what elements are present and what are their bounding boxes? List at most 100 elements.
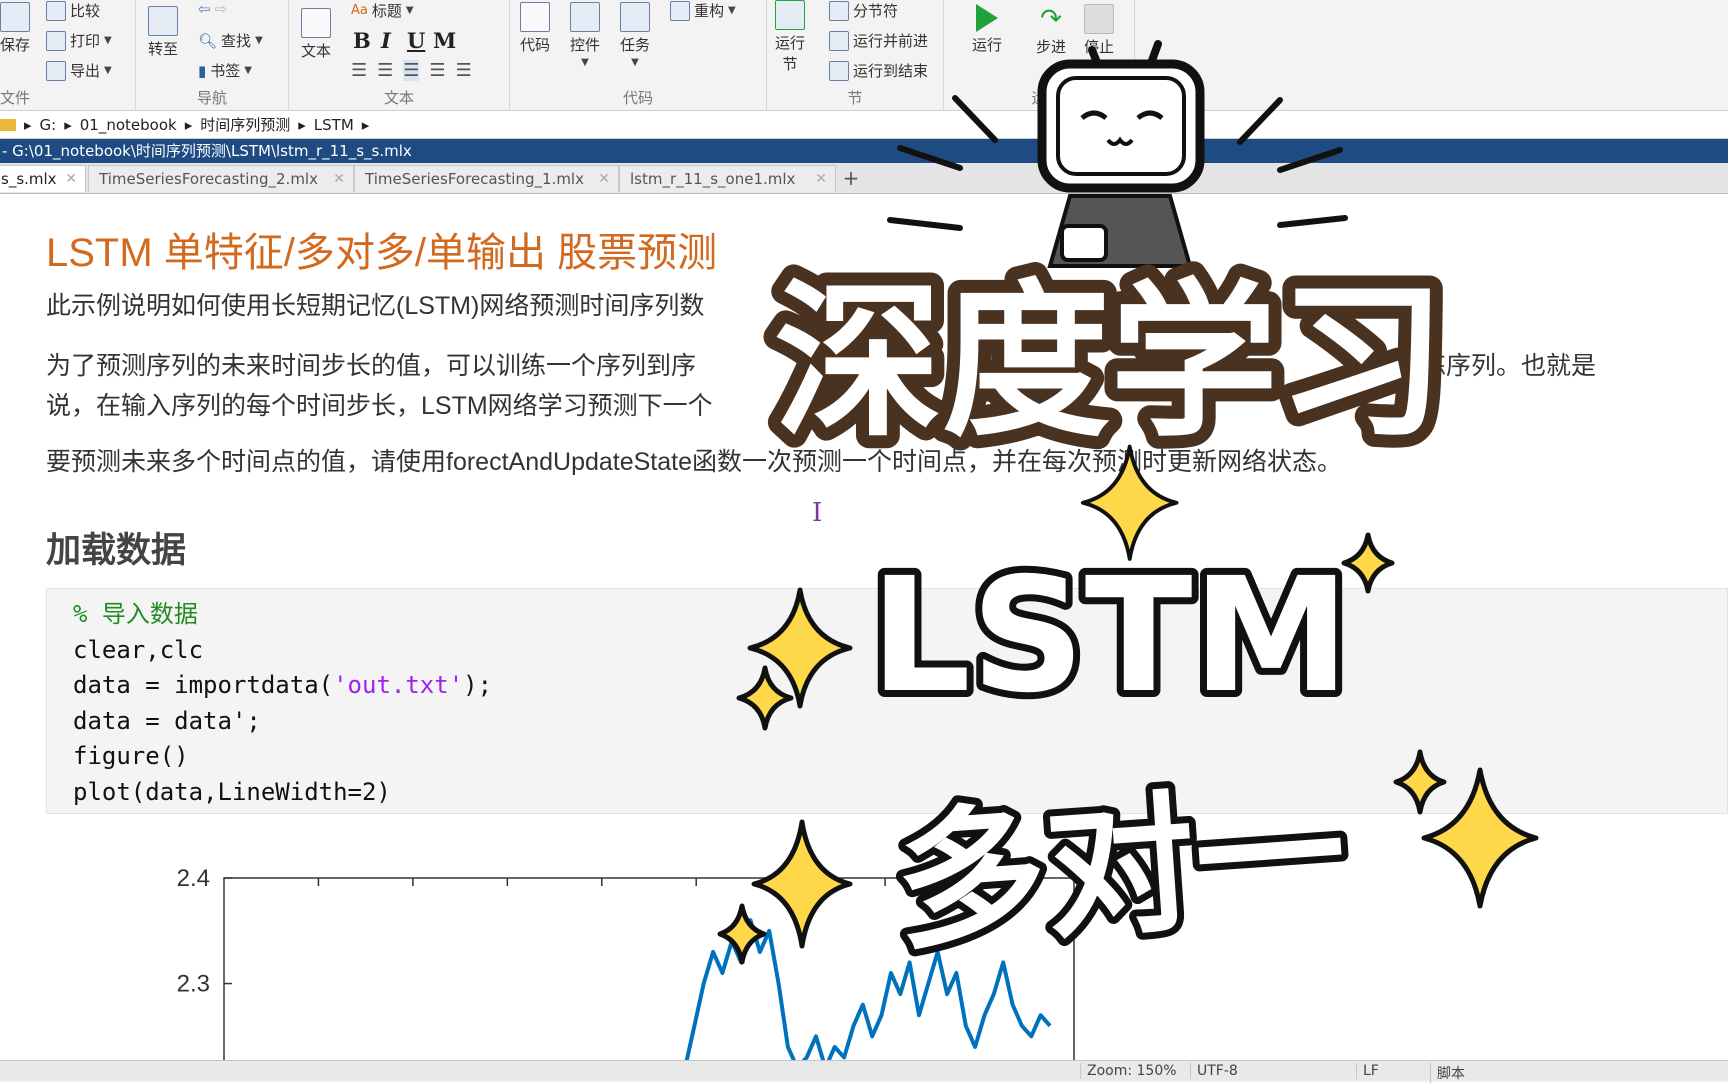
breadcrumb-item[interactable]: LSTM — [314, 116, 354, 134]
run-group-label: 运 — [944, 87, 1134, 108]
y-tick-label: 2.3 — [177, 971, 210, 998]
tab-s-s[interactable]: s_s.mlx✕ — [0, 165, 86, 192]
refactor-icon — [670, 1, 690, 21]
underline-button[interactable]: U — [407, 28, 425, 53]
stop-button[interactable]: 停止 — [1084, 4, 1114, 57]
monospace-button[interactable]: M — [433, 28, 456, 53]
search-icon: 🔍︎ — [198, 32, 217, 50]
refactor-button[interactable]: 重构▼ — [670, 0, 736, 21]
section-break-icon — [829, 1, 849, 21]
nav-group-label: 导航 — [136, 87, 288, 108]
text-button[interactable]: 文本 — [301, 8, 331, 61]
tab-lstm-one1[interactable]: lstm_r_11_s_one1.mlx✕ — [619, 165, 836, 192]
status-bar: Zoom: 150% UTF-8 LF 脚本 — [0, 1060, 1728, 1081]
italic-button[interactable]: I — [381, 28, 391, 53]
page-title: LSTM 单特征/多对多/单输出 股票预测 — [46, 220, 717, 278]
live-script-document[interactable]: LSTM 单特征/多对多/单输出 股票预测 此示例说明如何使用长短期记忆(LST… — [0, 194, 1728, 1060]
code-icon — [520, 2, 550, 32]
goto-button[interactable]: 转至 — [148, 6, 178, 59]
back-forward-buttons[interactable]: ⇦⇨ — [198, 0, 227, 18]
numbered-list-icon: ☰ — [377, 60, 393, 81]
align-left-icon: ☰ — [403, 60, 419, 81]
plot-figure[interactable]: 2.4 2.3 — [150, 868, 1090, 1068]
plot-axes — [224, 878, 1074, 1068]
save-button[interactable]: 保存 — [0, 2, 30, 55]
close-icon[interactable]: ✕ — [65, 166, 77, 193]
compare-icon — [46, 1, 66, 21]
paragraph-3: 要预测未来多个时间点的值，请使用forectAndUpdateState函数一次… — [46, 442, 1686, 482]
title-style-dropdown[interactable]: Aa标题▼ — [351, 0, 414, 21]
style-icon: Aa — [351, 3, 368, 18]
editor-tabs: s_s.mlx✕ TimeSeriesForecasting_2.mlx✕ Ti… — [0, 163, 1728, 194]
file-group: 保存 比较 打印▼ 导出▼ 文件 — [0, 0, 136, 110]
align-right-icon: ☰ — [456, 60, 472, 81]
run-advance-icon — [829, 31, 849, 51]
close-icon[interactable]: ✕ — [333, 166, 345, 193]
print-button[interactable]: 打印▼ — [46, 30, 112, 51]
y-tick-label: 2.4 — [177, 868, 210, 892]
compare-button[interactable]: 比较 — [46, 0, 100, 21]
breadcrumb-item[interactable]: G: — [40, 116, 57, 134]
code-line: figure() — [73, 742, 189, 770]
code-line: data = importdata( — [73, 671, 333, 699]
paragraph-2: 为了预测序列的未来时间步长的值，可以训练一个序列到序训练序列。也就是 说，在输入… — [46, 346, 1686, 426]
bookmark-icon: ▮ — [198, 62, 206, 80]
run-to-end-button[interactable]: 运行到结束 — [829, 60, 928, 81]
file-type-indicator: 脚本 — [1430, 1063, 1465, 1083]
code-comment: % 导入数据 — [73, 600, 198, 628]
list-align-buttons[interactable]: ☰☰☰☰☰ — [351, 60, 472, 81]
run-button[interactable]: 运行 — [972, 4, 1002, 55]
file-group-label: 文件 — [0, 87, 135, 108]
play-icon — [976, 4, 998, 32]
breadcrumb-item[interactable]: 时间序列预测 — [200, 114, 290, 135]
zoom-level: Zoom: 150% — [1080, 1063, 1177, 1079]
editor-title-bar: - G:\01_notebook\时间序列预测\LSTM\lstm_r_11_s… — [0, 139, 1728, 163]
text-cursor: I — [812, 498, 822, 528]
code-block[interactable]: % 导入数据 clear,clc data = importdata('out.… — [46, 588, 1728, 814]
run-section-icon — [775, 0, 805, 30]
code-line: clear,clc — [73, 636, 203, 664]
task-icon — [620, 2, 650, 32]
add-tab-button[interactable]: + — [836, 165, 866, 192]
find-button[interactable]: 🔍︎查找▼ — [198, 30, 263, 51]
code-group: 代码 控件▼ 任务▼ 重构▼ 代码 — [510, 0, 767, 110]
breadcrumb: ▸G: ▸01_notebook ▸时间序列预测 ▸LSTM ▸ — [0, 111, 1728, 139]
toolstrip-ribbon: 保存 比较 打印▼ 导出▼ 文件 转至 ⇦⇨ 🔍︎查找▼ ▮书签▼ 导航 文本 … — [0, 0, 1728, 111]
eol-indicator: LF — [1356, 1063, 1379, 1079]
bookmark-button[interactable]: ▮书签▼ — [198, 60, 252, 81]
code-string: 'out.txt' — [333, 671, 463, 699]
bold-button[interactable]: B — [353, 28, 371, 53]
control-icon — [570, 2, 600, 32]
folder-icon — [0, 119, 16, 131]
code-line: data = data'; — [73, 707, 261, 735]
section-break-button[interactable]: 分节符 — [829, 0, 898, 21]
print-icon — [46, 31, 66, 51]
save-icon — [0, 2, 30, 32]
run-group: 运行 ↷步进 停止 运 — [944, 0, 1135, 110]
code-group-label: 代码 — [510, 87, 766, 108]
text-group-label: 文本 — [289, 87, 509, 108]
step-icon: ↷ — [1040, 4, 1062, 34]
run-to-end-icon — [829, 61, 849, 81]
step-button[interactable]: ↷步进 — [1036, 4, 1066, 57]
run-section-button[interactable]: 运行 节 — [775, 0, 805, 74]
code-button[interactable]: 代码 — [520, 2, 550, 55]
code-line: ); — [463, 671, 492, 699]
close-icon[interactable]: ✕ — [598, 166, 610, 193]
tab-timeseries-2[interactable]: TimeSeriesForecasting_2.mlx✕ — [88, 165, 354, 192]
section-heading: 加载数据 — [46, 522, 186, 573]
task-button[interactable]: 任务▼ — [620, 2, 650, 68]
tab-timeseries-1[interactable]: TimeSeriesForecasting_1.mlx✕ — [354, 165, 619, 192]
text-group: 文本 Aa标题▼ B I U M ☰☰☰☰☰ 文本 — [289, 0, 510, 110]
control-button[interactable]: 控件▼ — [570, 2, 600, 68]
arrow-right-icon: ⇨ — [215, 0, 228, 18]
align-center-icon: ☰ — [429, 60, 445, 81]
breadcrumb-item[interactable]: 01_notebook — [80, 116, 177, 134]
intro-paragraph: 此示例说明如何使用长短期记忆(LSTM)网络预测时间序列数 — [46, 286, 1686, 326]
export-button[interactable]: 导出▼ — [46, 60, 112, 81]
code-line: plot(data,LineWidth=2) — [73, 778, 391, 806]
section-group-label: 节 — [767, 87, 943, 108]
run-and-advance-button[interactable]: 运行并前进 — [829, 30, 928, 51]
close-icon[interactable]: ✕ — [815, 166, 827, 193]
stop-icon — [1084, 4, 1114, 34]
